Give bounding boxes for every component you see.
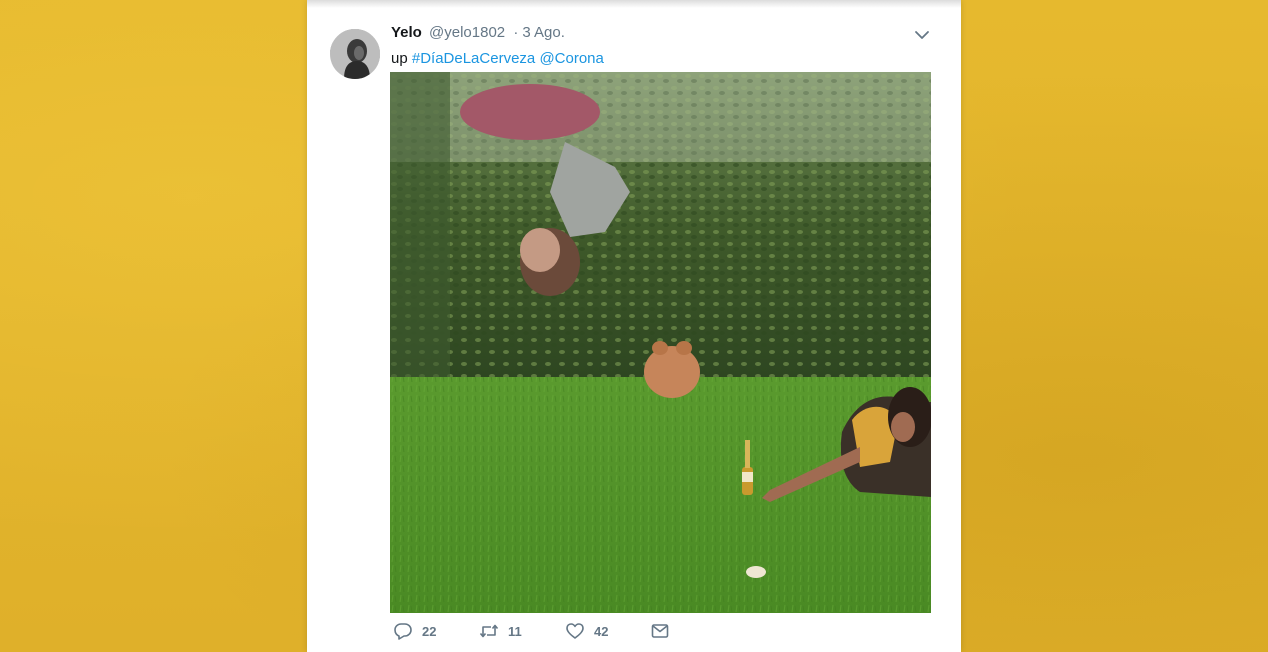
tweet-header: Yelo @yelo1802 · 3 Ago. bbox=[391, 24, 565, 41]
retweet-button[interactable]: 11 bbox=[479, 621, 565, 641]
retweet-icon bbox=[479, 624, 499, 638]
tweet-text-prefix: up bbox=[391, 50, 408, 67]
like-button[interactable]: 42 bbox=[565, 621, 650, 641]
like-count: 42 bbox=[594, 623, 609, 639]
mention-link[interactable]: @Corona bbox=[539, 50, 603, 67]
tweet-date[interactable]: 3 Ago. bbox=[522, 24, 565, 41]
direct-message-button[interactable] bbox=[650, 621, 670, 641]
reply-count: 22 bbox=[422, 623, 437, 639]
envelope-icon bbox=[651, 624, 669, 638]
avatar-image bbox=[330, 29, 380, 79]
display-name[interactable]: Yelo bbox=[391, 24, 422, 41]
tweet-media-image[interactable] bbox=[390, 72, 931, 613]
reply-button[interactable]: 22 bbox=[393, 621, 479, 641]
reply-icon bbox=[394, 623, 412, 640]
tweet-text: up #DíaDeLaCerveza @Corona bbox=[391, 50, 604, 67]
hashtag-link[interactable]: #DíaDeLaCerveza bbox=[412, 50, 535, 67]
card-top-shade bbox=[307, 0, 961, 8]
retweet-count: 11 bbox=[508, 623, 522, 639]
user-handle[interactable]: @yelo1802 bbox=[429, 24, 505, 41]
heart-icon bbox=[566, 623, 584, 639]
tweet-actions: 22 11 42 bbox=[393, 620, 670, 642]
avatar[interactable] bbox=[330, 29, 380, 79]
chevron-down-icon[interactable] bbox=[913, 26, 931, 44]
separator-dot: · bbox=[513, 24, 519, 41]
tweet-card: Yelo @yelo1802 · 3 Ago. up #DíaDeLaCervez… bbox=[307, 0, 961, 652]
